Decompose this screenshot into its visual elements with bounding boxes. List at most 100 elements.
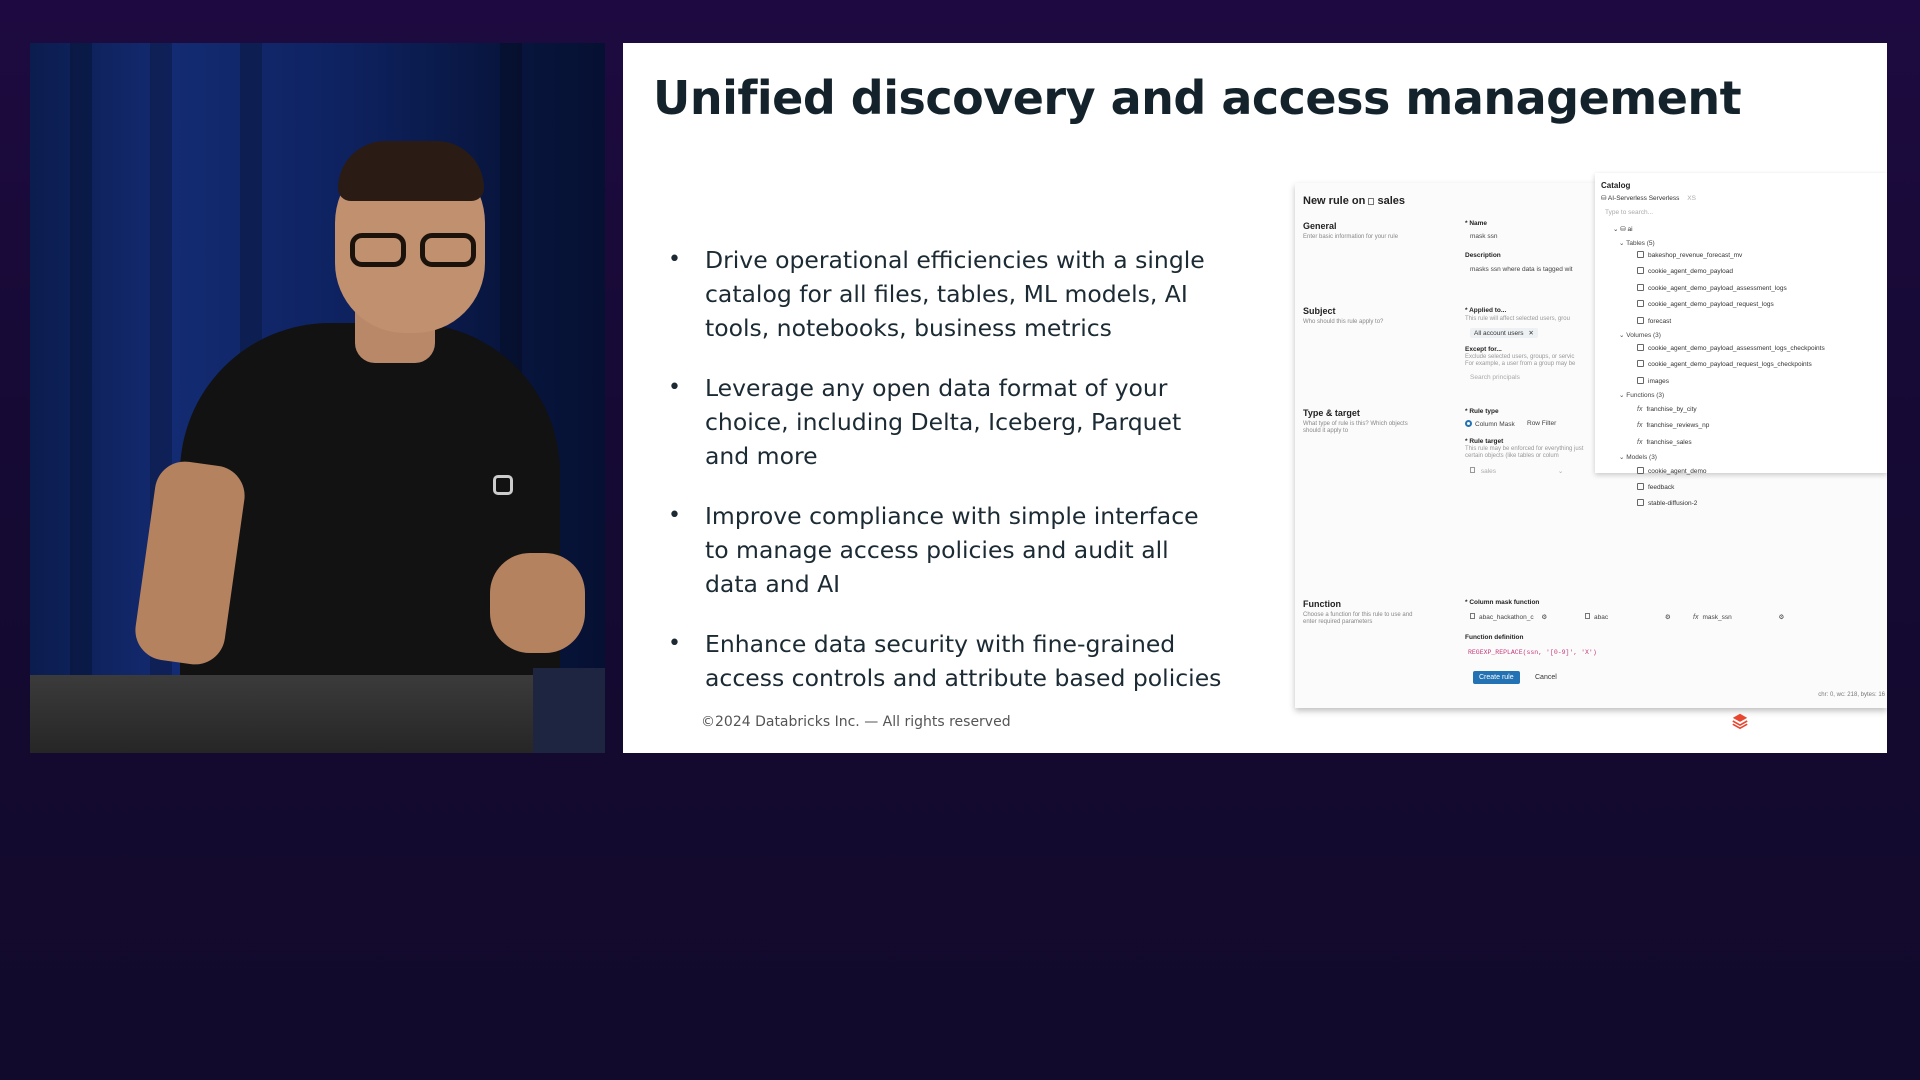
section-subject-description: Who should this rule apply to? (1303, 319, 1384, 325)
rule-type-label: * Rule type (1465, 408, 1499, 415)
speaker-video (30, 43, 605, 753)
applied-to-label: * Applied to... (1465, 307, 1507, 314)
model-icon (1637, 499, 1644, 506)
bullet-item: • Enhance data security with fine-grained… (668, 627, 1228, 695)
tree-item[interactable]: cookie_agent_demo_payload_request_logs_c… (1637, 360, 1812, 368)
catalog-search-input[interactable]: Type to search... (1605, 209, 1653, 216)
table-icon (1368, 198, 1375, 205)
bullet-dot: • (668, 247, 681, 272)
tree-item[interactable]: stable-diffusion-2 (1637, 499, 1697, 507)
tree-root[interactable]: ⌄ ⛁ ai (1613, 225, 1633, 233)
catalog-title: Catalog (1601, 181, 1631, 190)
except-description: Exclude selected users, groups, or servi… (1465, 354, 1576, 367)
table-icon (1637, 317, 1644, 324)
name-input[interactable]: mask ssn (1470, 233, 1497, 240)
tree-group-functions[interactable]: ⌄ Functions (3) (1619, 391, 1664, 399)
speaker-hand (490, 553, 585, 653)
description-label: Description (1465, 252, 1501, 259)
slide-title: Unified discovery and access management (653, 71, 1742, 125)
rule-target-select[interactable]: sales ⌄ (1470, 467, 1563, 475)
tree-item[interactable]: fx franchise_reviews_np (1637, 422, 1709, 429)
section-subject-heading: Subject (1303, 306, 1336, 316)
bullet-text: Leverage any open data format of your ch… (705, 374, 1182, 470)
tree-group-volumes[interactable]: ⌄ Volumes (3) (1619, 331, 1661, 339)
table-icon (1637, 300, 1644, 307)
databricks-logo-icon (1732, 713, 1748, 730)
except-label: Except for... (1465, 346, 1502, 353)
tree-item[interactable]: fx franchise_by_city (1637, 406, 1697, 413)
column-mask-radio[interactable]: Column Mask (1465, 420, 1515, 428)
catalog-explorer: Catalog ⛁ AI-Serverless Serverless XS Ty… (1595, 173, 1887, 475)
folder-icon (1637, 360, 1644, 367)
tree-item[interactable]: cookie_agent_demo_payload (1637, 267, 1733, 275)
catalog-icon (1470, 613, 1475, 619)
compute-icon: ⛁ (1601, 195, 1608, 202)
function-icon: fx (1637, 422, 1643, 429)
tree-item[interactable]: forecast (1637, 317, 1671, 325)
table-icon (1637, 267, 1644, 274)
compute-selector[interactable]: ⛁ AI-Serverless Serverless XS (1601, 194, 1696, 202)
tree-group-models[interactable]: ⌄ Models (3) (1619, 453, 1657, 461)
tree-item[interactable]: cookie_agent_demo_payload_assessment_log… (1637, 284, 1787, 292)
bullet-dot: • (668, 375, 681, 400)
tree-item[interactable]: images (1637, 377, 1669, 385)
bullet-text: Enhance data security with fine-grained … (705, 630, 1222, 692)
mask-function-catalog-select[interactable]: abac_hackathon_c ⚙ (1470, 613, 1547, 621)
shirt-logo-icon (493, 475, 513, 495)
table-icon (1470, 467, 1475, 473)
function-icon: fx (1637, 406, 1643, 413)
function-icon: fx (1637, 439, 1643, 446)
section-function-heading: Function (1303, 599, 1341, 609)
editor-status: chr: 0, wc: 218, bytes: 16 (1818, 692, 1885, 698)
section-general-description: Enter basic information for your rule (1303, 234, 1399, 240)
tree-item[interactable]: bakeshop_revenue_forecast_mv (1637, 251, 1742, 259)
bullet-item: • Drive operational efficiencies with a s… (668, 243, 1228, 345)
bullet-item: • Leverage any open data format of your c… (668, 371, 1228, 473)
schema-icon: ⛁ (1620, 226, 1628, 233)
tree-item[interactable]: cookie_agent_demo (1637, 467, 1707, 475)
chevron-down-icon: ⌄ (1557, 468, 1564, 475)
function-definition-code: REGEXP_REPLACE(ssn, '[0-9]', 'X') (1468, 649, 1597, 656)
rule-editor-screenshot: New rule on sales General Enter basic in… (1295, 173, 1887, 708)
applied-to-chip[interactable]: All account users ✕ (1470, 328, 1538, 338)
podium-side (533, 668, 605, 753)
tree-item[interactable]: feedback (1637, 483, 1674, 491)
table-icon (1637, 284, 1644, 291)
bullet-item: • Improve compliance with simple interfac… (668, 499, 1228, 601)
principals-search-input[interactable]: Search principals (1470, 374, 1520, 381)
model-icon (1637, 483, 1644, 490)
mask-function-name-select[interactable]: fx mask_ssn ⚙ (1693, 613, 1784, 621)
create-rule-button[interactable]: Create rule (1473, 671, 1520, 684)
rule-target-description: This rule may be enforced for everything… (1465, 446, 1584, 459)
settings-icon: ⚙ (1664, 614, 1671, 621)
table-icon (1637, 251, 1644, 258)
cancel-button[interactable]: Cancel (1535, 674, 1557, 681)
column-mask-function-label: * Column mask function (1465, 599, 1540, 606)
folder-icon (1637, 377, 1644, 384)
rule-form-title: New rule on sales (1303, 195, 1405, 207)
row-filter-radio[interactable]: Row Filter (1527, 420, 1556, 427)
chip-remove-icon[interactable]: ✕ (1528, 330, 1533, 337)
schema-icon (1585, 613, 1590, 619)
rule-target-label: * Rule target (1465, 438, 1504, 445)
tree-item[interactable]: cookie_agent_demo_payload_assessment_log… (1637, 344, 1825, 352)
section-type-target-description: What type of rule is this? Which objects… (1303, 421, 1408, 434)
tree-item[interactable]: cookie_agent_demo_payload_request_logs (1637, 300, 1774, 308)
tree-group-tables[interactable]: ⌄ Tables (5) (1619, 239, 1655, 247)
bullet-list: • Drive operational efficiencies with a s… (668, 243, 1228, 721)
mask-function-schema-select[interactable]: abac ⚙ (1585, 613, 1671, 621)
applied-to-description: This rule will affect selected users, gr… (1465, 316, 1570, 322)
bullet-text: Improve compliance with simple interface… (705, 502, 1199, 598)
folder-icon (1637, 344, 1644, 351)
radio-selected-icon (1465, 420, 1472, 427)
curtain-fold (70, 43, 92, 753)
podium (30, 675, 535, 753)
section-type-target-heading: Type & target (1303, 408, 1360, 418)
bullet-dot: • (668, 631, 681, 656)
tree-item[interactable]: fx franchise_sales (1637, 439, 1692, 446)
function-definition-label: Function definition (1465, 634, 1524, 641)
description-input[interactable]: masks ssn where data is tagged wit (1470, 266, 1573, 273)
slide-footer: ©2024 Databricks Inc. — All rights reser… (701, 714, 1011, 730)
bullet-dot: • (668, 503, 681, 528)
presentation-slide: Unified discovery and access management … (623, 43, 1887, 753)
